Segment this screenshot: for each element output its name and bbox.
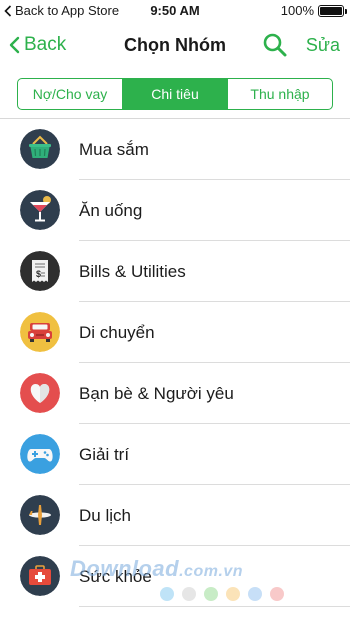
- battery-icon: [318, 4, 347, 17]
- tab-expense[interactable]: Chi tiêu: [123, 79, 228, 109]
- category-row-food-drink[interactable]: Ăn uống: [0, 180, 350, 241]
- category-label: Di chuyển: [79, 322, 155, 342]
- category-label: Sức khỏe: [79, 566, 152, 586]
- car-icon: [20, 312, 60, 352]
- category-row-friends-love[interactable]: Bạn bè & Người yêu: [0, 363, 350, 424]
- heart-icon: [20, 373, 60, 413]
- category-type-tabs: Nợ/Cho vay Chi tiêu Thu nhập: [17, 78, 333, 110]
- search-icon: [263, 33, 287, 57]
- airplane-icon: [20, 495, 60, 535]
- status-bar: Back to App Store 9:50 AM 100%: [0, 0, 350, 22]
- cocktail-glass-icon: [20, 190, 60, 230]
- shopping-basket-icon: [20, 129, 60, 169]
- tab-income[interactable]: Thu nhập: [228, 79, 332, 109]
- category-label: Du lịch: [79, 505, 131, 525]
- battery-status: 100%: [280, 3, 347, 18]
- gamepad-icon: [20, 434, 60, 474]
- category-list: Mua sắm Ăn uống $ Bills & Utilities Di c…: [0, 119, 350, 607]
- navigation-bar: Back Chọn Nhóm Sửa: [0, 22, 350, 70]
- category-label: Ăn uống: [79, 200, 143, 220]
- first-aid-kit-icon: [20, 556, 60, 596]
- category-row-shopping[interactable]: Mua sắm: [0, 119, 350, 180]
- bill-receipt-icon: $: [20, 251, 60, 291]
- battery-percent: 100%: [280, 3, 314, 18]
- category-label: Bạn bè & Người yêu: [79, 383, 234, 403]
- category-row-entertainment[interactable]: Giải trí: [0, 424, 350, 485]
- category-row-transport[interactable]: Di chuyển: [0, 302, 350, 363]
- category-row-bills-utilities[interactable]: $ Bills & Utilities: [0, 241, 350, 302]
- search-button[interactable]: [262, 32, 288, 58]
- tab-debt-loan[interactable]: Nợ/Cho vay: [18, 79, 123, 109]
- svg-text:$: $: [36, 269, 41, 279]
- chevron-left-icon: [9, 36, 20, 54]
- category-label: Giải trí: [79, 444, 130, 464]
- back-button[interactable]: Back: [8, 34, 66, 56]
- edit-button[interactable]: Sửa: [306, 35, 340, 56]
- category-label: Bills & Utilities: [79, 261, 186, 281]
- category-label: Mua sắm: [79, 139, 149, 159]
- row-separator: [79, 606, 350, 607]
- back-button-label: Back: [24, 34, 67, 55]
- category-row-health[interactable]: Sức khỏe: [0, 546, 350, 607]
- category-row-travel[interactable]: Du lịch: [0, 485, 350, 546]
